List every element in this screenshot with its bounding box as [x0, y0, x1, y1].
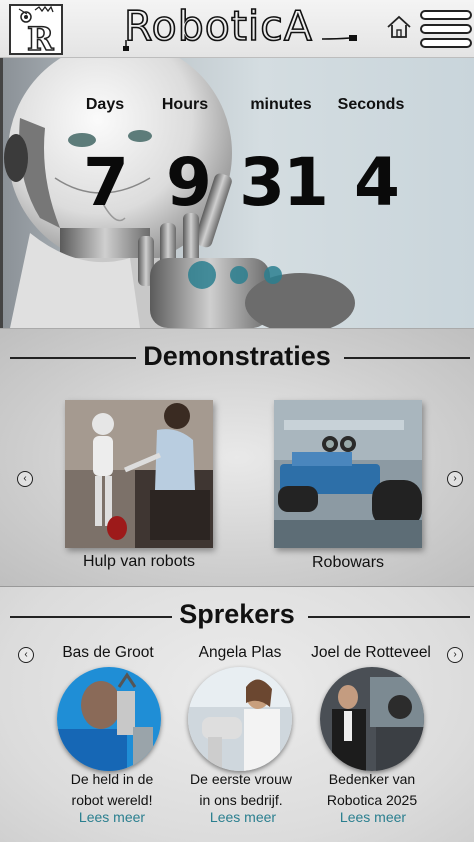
read-more-link-2[interactable]: Lees meer	[178, 809, 308, 825]
chevron-right-icon[interactable]: ›	[447, 471, 463, 487]
svg-text:RoboticA: RoboticA	[124, 2, 313, 50]
home-icon[interactable]	[386, 14, 412, 40]
countdown-label-seconds: Seconds	[337, 96, 405, 113]
demonstrations-section: Demonstraties ‹ › Hulp van robots Robowa…	[0, 328, 474, 586]
speaker-desc-2: De eerste vrouw in ons bedrijf.	[190, 771, 292, 808]
speaker-name-2: Angela Plas	[198, 644, 282, 661]
speaker-desc-3: Bedenker van Robotica 2025	[326, 771, 418, 808]
avatar[interactable]	[320, 667, 424, 771]
avatar[interactable]	[57, 667, 161, 771]
robot-helping-man-image[interactable]	[65, 400, 213, 548]
countdown-hours: 9	[166, 144, 212, 221]
chevron-left-icon[interactable]: ‹	[18, 647, 34, 663]
read-more-link-3[interactable]: Lees meer	[308, 809, 438, 825]
hero-banner: Days Hours minutes Seconds 7 9 31 4	[0, 58, 474, 328]
speaker-desc-1: De held in de robot wereld!	[70, 771, 154, 808]
speaker-name-1: Bas de Groot	[62, 644, 154, 661]
demo-caption-2: Robowars	[311, 554, 385, 571]
countdown-label-minutes: minutes	[250, 96, 312, 113]
robot-logo-icon: R	[18, 5, 55, 59]
countdown-label-hours: Hours	[161, 96, 209, 113]
chevron-right-icon[interactable]: ›	[447, 647, 463, 663]
carousel-dot-1[interactable]	[188, 261, 216, 289]
demonstrations-title: Demonstraties	[143, 341, 331, 371]
svg-text:R: R	[27, 20, 54, 53]
carousel-dot-3[interactable]	[264, 266, 282, 284]
brand-wordmark[interactable]: RoboticA	[122, 0, 362, 52]
countdown-days: 7	[83, 144, 129, 221]
countdown-label-days: Days	[85, 96, 125, 113]
speakers-section: Sprekers ‹ › Bas de Groot Angela Plas Jo…	[0, 586, 474, 842]
speaker-name-3: Joel de Rotteveel	[311, 644, 431, 661]
hero-carousel-dots	[0, 261, 474, 289]
countdown-seconds: 4	[354, 144, 400, 221]
hamburger-menu-icon[interactable]	[420, 10, 472, 48]
site-logo[interactable]: R	[9, 4, 63, 59]
robot-toy-car-image[interactable]	[274, 400, 422, 548]
chevron-left-icon[interactable]: ‹	[17, 471, 33, 487]
avatar[interactable]	[188, 667, 292, 771]
countdown-minutes: 31	[239, 144, 329, 221]
speakers-title: Sprekers	[179, 599, 295, 629]
site-header: R RoboticA	[0, 0, 474, 59]
demo-caption-1: Hulp van robots	[82, 553, 196, 570]
carousel-dot-2[interactable]	[230, 266, 248, 284]
read-more-link-1[interactable]: Lees meer	[47, 809, 177, 825]
